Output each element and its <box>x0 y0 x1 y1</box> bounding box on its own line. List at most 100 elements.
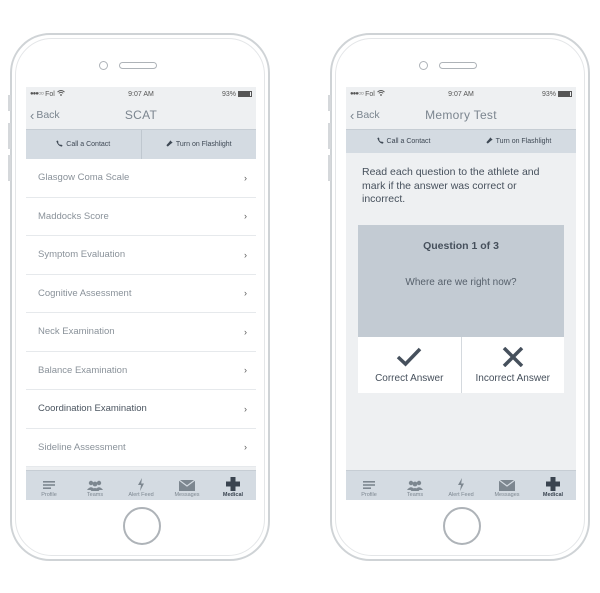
chevron-right-icon: › <box>244 249 247 260</box>
tab-label: Profile <box>41 492 57 498</box>
side-button <box>328 155 331 181</box>
chevron-left-icon: ‹ <box>350 107 355 123</box>
checkmark-icon <box>397 347 422 366</box>
tab-teams[interactable]: Teams <box>72 471 118 500</box>
nav-bar: ‹ Back SCAT <box>26 101 256 129</box>
tab-label: Teams <box>406 492 424 498</box>
tab-profile[interactable]: Profile <box>26 471 72 500</box>
call-contact-label: Call a Contact <box>386 138 431 145</box>
menu-item-label: Coordination Examination <box>38 403 147 415</box>
front-camera <box>419 61 428 70</box>
incorrect-answer-button[interactable]: Incorrect Answer <box>460 337 565 393</box>
memory-test-screen: ●●●○○ Fol 9:07 AM 93% ‹ Back Memory Test <box>346 87 576 500</box>
battery-fill <box>559 92 571 96</box>
status-bar: ●●●○○ Fol 9:07 AM 93% <box>346 87 576 101</box>
menu-item-symptom-evaluation[interactable]: Symptom Evaluation › <box>26 236 256 275</box>
earpiece-speaker <box>119 62 157 69</box>
tab-label: Messages <box>494 492 520 498</box>
left-phone-frame: ●●●○○ Fol 9:07 AM 93% ‹ Back SCAT Call a… <box>8 33 270 561</box>
side-button <box>8 95 11 111</box>
scat-screen: ●●●○○ Fol 9:07 AM 93% ‹ Back SCAT Call a… <box>26 87 256 500</box>
correct-answer-label: Correct Answer <box>375 372 444 384</box>
tab-alert-feed[interactable]: Alert Feed <box>438 471 484 500</box>
menu-item-neck-examination[interactable]: Neck Examination › <box>26 313 256 352</box>
menu-item-label: Neck Examination <box>38 326 115 338</box>
menu-item-glasgow-coma-scale[interactable]: Glasgow Coma Scale › <box>26 159 256 198</box>
envelope-icon <box>499 480 515 491</box>
question-number: Question 1 of 3 <box>423 240 499 252</box>
status-time: 9:07 AM <box>448 90 474 98</box>
menu-item-label: Maddocks Score <box>38 210 109 222</box>
menu-item-label: Glasgow Coma Scale <box>38 172 130 184</box>
battery-icon <box>238 91 252 97</box>
chevron-right-icon: › <box>244 403 247 414</box>
scat-menu-list: Glasgow Coma Scale › Maddocks Score › Sy… <box>26 159 256 467</box>
list-icon <box>362 481 375 489</box>
back-label: Back <box>36 109 60 121</box>
back-button[interactable]: ‹ Back <box>350 109 380 122</box>
question-text: Where are we right now? <box>405 277 517 288</box>
people-icon <box>407 480 423 491</box>
menu-item-balance-examination[interactable]: Balance Examination › <box>26 352 256 390</box>
menu-item-label: Sideline Assessment <box>38 441 126 453</box>
menu-item-label: Balance Examination <box>38 364 128 376</box>
menu-item-coordination-examination[interactable]: Coordination Examination › <box>26 390 256 429</box>
action-bar: Call a Contact Turn on Flashlight <box>26 129 256 159</box>
medical-cross-icon <box>546 477 560 491</box>
menu-item-maddocks-score[interactable]: Maddocks Score › <box>26 198 256 236</box>
tab-messages[interactable]: Messages <box>484 471 530 500</box>
tab-label: Alert Feed <box>448 492 474 498</box>
tab-alert-feed[interactable]: Alert Feed <box>118 471 164 500</box>
test-instructions: Read each question to the athlete and ma… <box>362 166 540 205</box>
tab-label: Medical <box>222 492 244 498</box>
menu-item-cognitive-assessment[interactable]: Cognitive Assessment › <box>26 275 256 313</box>
tab-messages[interactable]: Messages <box>164 471 210 500</box>
phone-icon <box>56 140 63 149</box>
answer-buttons: Correct Answer Incorrect Answer <box>358 337 564 393</box>
tab-label: Teams <box>86 492 104 498</box>
page-title: Memory Test <box>425 108 497 122</box>
flashlight-label: Turn on Flashlight <box>175 141 232 148</box>
tab-label: Alert Feed <box>128 492 154 498</box>
flashlight-label: Turn on Flashlight <box>495 138 552 145</box>
front-camera <box>99 61 108 70</box>
earpiece-speaker <box>439 62 477 69</box>
menu-item-sideline-assessment[interactable]: Sideline Assessment › <box>26 429 256 467</box>
side-button <box>328 95 331 111</box>
back-button[interactable]: ‹ Back <box>30 109 60 122</box>
memory-test-content: Call a Contact Turn on Flashlight Read e… <box>346 129 576 470</box>
chevron-right-icon: › <box>244 365 247 376</box>
home-button[interactable] <box>123 507 161 545</box>
chevron-right-icon: › <box>244 172 247 183</box>
tab-profile[interactable]: Profile <box>346 471 392 500</box>
flashlight-icon <box>485 137 493 146</box>
phone-icon <box>376 137 384 146</box>
action-bar: Call a Contact Turn on Flashlight <box>346 129 576 153</box>
battery-icon <box>558 91 572 97</box>
right-phone-frame: ●●●○○ Fol 9:07 AM 93% ‹ Back Memory Test <box>328 33 590 561</box>
list-icon <box>42 481 55 489</box>
menu-item-label: Cognitive Assessment <box>38 287 132 299</box>
back-label: Back <box>356 109 380 121</box>
tab-medical[interactable]: Medical <box>530 471 576 500</box>
page-title: SCAT <box>124 108 158 122</box>
side-button <box>8 155 11 181</box>
chevron-right-icon: › <box>244 288 247 299</box>
battery-fill <box>239 92 251 96</box>
incorrect-answer-label: Incorrect Answer <box>475 372 550 384</box>
lightning-icon <box>138 478 144 491</box>
tab-medical[interactable]: Medical <box>210 471 256 500</box>
lightning-icon <box>458 478 464 491</box>
call-contact-button[interactable]: Call a Contact <box>346 130 461 153</box>
nav-bar: ‹ Back Memory Test <box>346 101 576 129</box>
home-button[interactable] <box>443 507 481 545</box>
menu-item-label: Symptom Evaluation <box>38 249 126 261</box>
flashlight-button[interactable]: Turn on Flashlight <box>461 130 576 153</box>
tab-bar: Profile Teams Alert Feed Messages Medica… <box>346 470 576 500</box>
call-contact-button[interactable]: Call a Contact <box>26 130 141 159</box>
flashlight-button[interactable]: Turn on Flashlight <box>140 130 257 159</box>
correct-answer-button[interactable]: Correct Answer <box>358 337 461 393</box>
people-icon <box>87 480 103 491</box>
tab-bar: Profile Teams Alert Feed Messages Medica… <box>26 470 256 500</box>
tab-teams[interactable]: Teams <box>392 471 438 500</box>
